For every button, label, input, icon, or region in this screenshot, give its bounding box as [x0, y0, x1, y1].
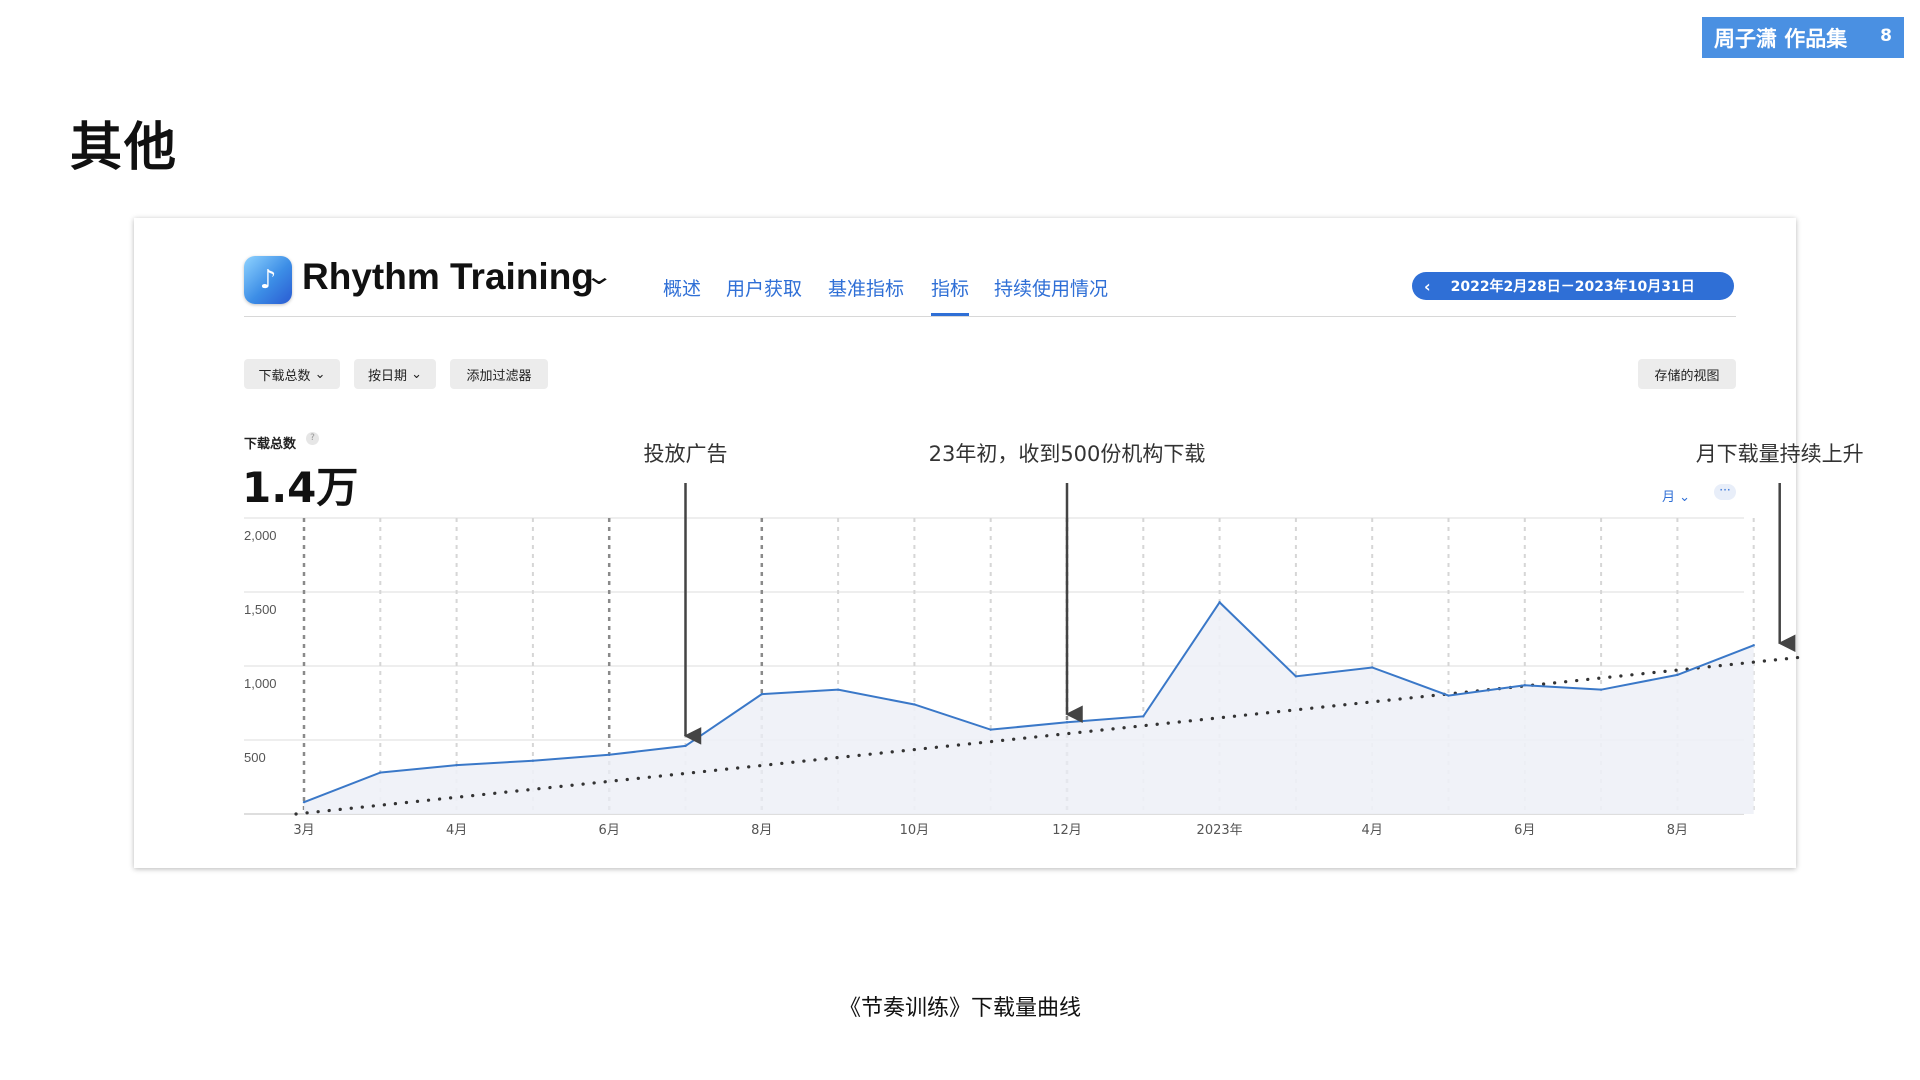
data-point [531, 759, 535, 762]
data-point [1142, 715, 1145, 718]
annotation-label: 23年初，收到500份机构下载 [929, 442, 1206, 466]
data-point [1371, 666, 1374, 669]
x-tick-label: 6月 [599, 823, 620, 838]
x-tick-label: 4月 [1362, 823, 1383, 838]
data-point [1065, 721, 1069, 724]
annotation-label: 投放广告 [644, 442, 728, 466]
data-point [1752, 644, 1755, 647]
x-tick-label: 12月 [1052, 823, 1082, 838]
y-tick-label: 2,000 [244, 528, 277, 543]
data-point [1218, 601, 1221, 604]
data-point [1294, 675, 1298, 678]
data-point [608, 753, 611, 756]
x-tick-label: 10月 [900, 823, 930, 838]
data-point [913, 703, 916, 706]
x-tick-label: 6月 [1514, 823, 1535, 838]
data-point [1599, 688, 1603, 691]
downloads-chart: 500 1,000 1,500 2,000 3月 4月 6月 8月 10月 12月 2023年 4月 6… [244, 442, 1864, 838]
x-tick-label: 2023年 [1197, 823, 1243, 838]
y-tick-label: 1,500 [244, 602, 277, 617]
x-tick-label: 8月 [1667, 823, 1688, 838]
data-point [455, 763, 458, 767]
y-tick-label: 500 [244, 750, 266, 765]
annotation-label: 月下载量持续上升 [1696, 442, 1864, 466]
data-point [1676, 673, 1679, 677]
data-point [1523, 684, 1527, 687]
data-point [379, 771, 382, 774]
x-tick-label: 3月 [293, 823, 314, 838]
x-tick-label: 8月 [751, 823, 772, 838]
series-area [304, 602, 1754, 814]
data-point [1447, 694, 1450, 697]
data-point [760, 692, 763, 696]
data-point [302, 800, 306, 804]
data-point [684, 744, 687, 748]
y-tick-label: 1,000 [244, 676, 277, 691]
x-tick-label: 4月 [446, 823, 467, 838]
data-point [836, 688, 840, 691]
figure-caption: 《节奏训练》下载量曲线 [838, 996, 1081, 1021]
data-point [989, 728, 992, 731]
